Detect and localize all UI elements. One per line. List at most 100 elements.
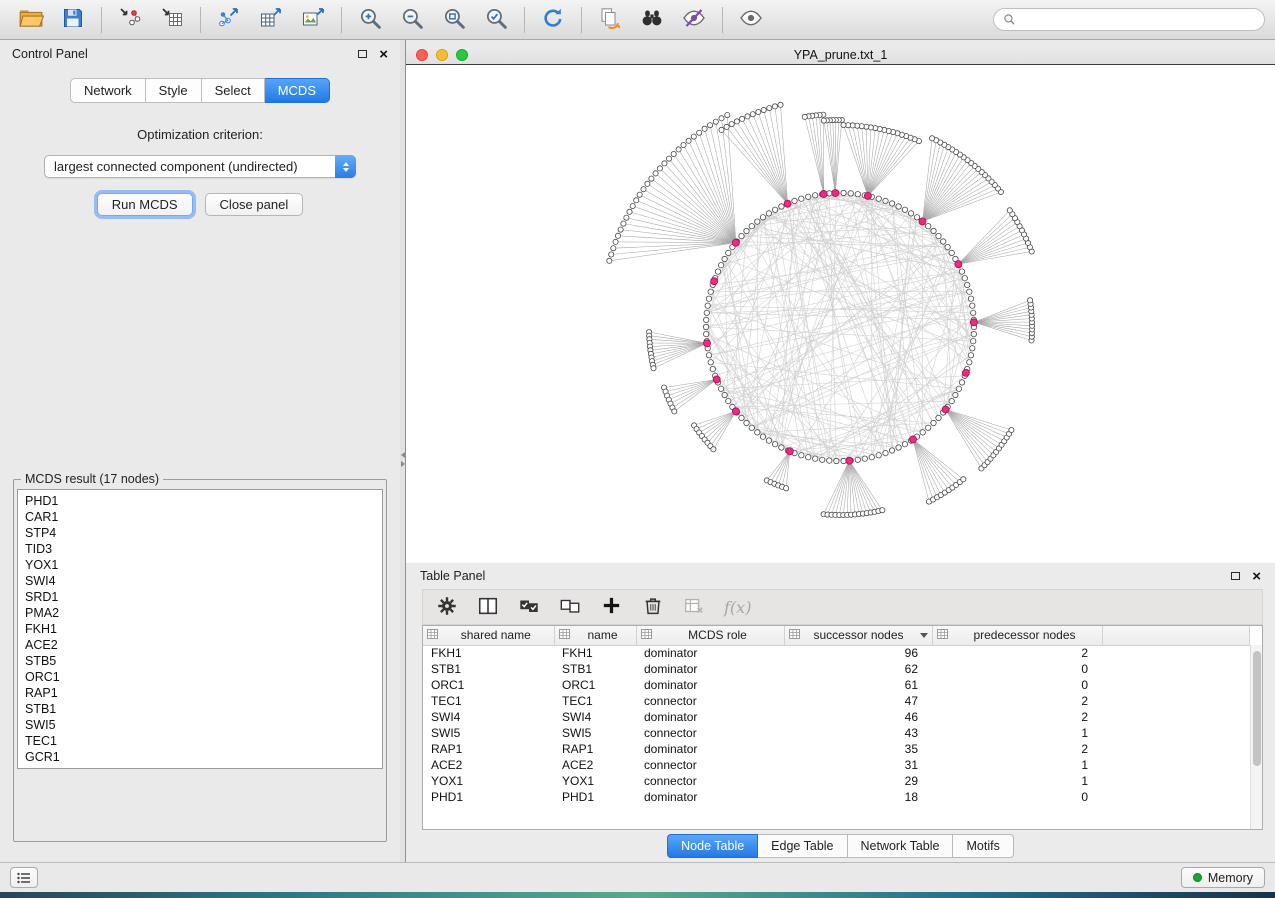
cell-shared-name: YOX1	[423, 773, 554, 789]
mcds-result-item[interactable]: STP4	[18, 525, 382, 541]
table-header-row: shared name name MCDS role successor nod…	[423, 626, 1250, 645]
toggle-columns-button[interactable]	[477, 595, 499, 620]
zoom-selected-button[interactable]	[475, 3, 517, 37]
column-settings-button[interactable]	[436, 595, 458, 620]
mcds-result-item[interactable]: STB1	[18, 701, 382, 717]
mcds-result-title: MCDS result (17 nodes)	[21, 472, 163, 486]
column-header-mcds-role[interactable]: MCDS role	[636, 626, 784, 645]
panel-splitter[interactable]	[400, 40, 405, 862]
table-row[interactable]: TEC1TEC1connector472	[423, 693, 1250, 709]
column-header-successor-nodes[interactable]: successor nodes	[784, 626, 932, 645]
mcds-result-list[interactable]: PHD1CAR1STP4TID3YOX1SWI4SRD1PMA2FKH1ACE2…	[17, 489, 383, 769]
mcds-result-item[interactable]: YOX1	[18, 557, 382, 573]
float-panel-icon[interactable]	[358, 50, 367, 58]
tab-select[interactable]: Select	[202, 78, 265, 103]
mcds-result-item[interactable]: ORC1	[18, 669, 382, 685]
table-row[interactable]: FKH1FKH1dominator962	[423, 645, 1250, 661]
mcds-result-item[interactable]: ACE2	[18, 637, 382, 653]
criterion-dropdown[interactable]: largest connected component (undirected)	[44, 155, 356, 178]
search-field[interactable]	[993, 8, 1265, 31]
close-panel-button[interactable]: Close panel	[205, 193, 304, 216]
mcds-result-item[interactable]: PHD1	[18, 493, 382, 509]
export-table-button[interactable]	[250, 3, 292, 37]
mcds-result-item[interactable]: SWI5	[18, 717, 382, 733]
float-table-panel-icon[interactable]	[1231, 572, 1240, 580]
mcds-result-item[interactable]: STB5	[18, 653, 382, 669]
mcds-result-item[interactable]: FKH1	[18, 621, 382, 637]
optimization-criterion-label: Optimization criterion:	[137, 127, 263, 142]
hidden-columns-button	[683, 595, 705, 620]
tab-node-table[interactable]: Node Table	[667, 834, 758, 858]
import-network-button[interactable]	[109, 3, 151, 37]
toggle-columns-icon	[477, 595, 499, 620]
mcds-result-item[interactable]: TID3	[18, 541, 382, 557]
mcds-result-item[interactable]: CAR1	[18, 509, 382, 525]
network-window-titlebar[interactable]: YPA_prune.txt_1	[406, 45, 1275, 64]
table-row[interactable]: SWI5SWI5connector431	[423, 725, 1250, 741]
close-table-panel-icon[interactable]: ×	[1252, 569, 1261, 584]
mcds-result-item[interactable]: SRD1	[18, 589, 382, 605]
column-header-name[interactable]: name	[554, 626, 636, 645]
tab-edge-table[interactable]: Edge Table	[758, 834, 847, 858]
tab-network-table[interactable]: Network Table	[848, 834, 954, 858]
mcds-result-item[interactable]: PMA2	[18, 605, 382, 621]
mcds-result-item[interactable]: SWI4	[18, 573, 382, 589]
export-network-button[interactable]	[208, 3, 250, 37]
copy-document-button[interactable]	[589, 3, 631, 37]
window-minimize-icon[interactable]	[436, 49, 448, 61]
tab-network[interactable]: Network	[70, 78, 146, 103]
column-header-shared-name[interactable]: shared name	[423, 626, 554, 645]
cell-shared-name: FKH1	[423, 645, 554, 661]
mcds-result-item[interactable]: RAP1	[18, 685, 382, 701]
select-all-button[interactable]	[518, 595, 540, 620]
table-row[interactable]: ACE2ACE2connector311	[423, 757, 1250, 773]
hide-details-button[interactable]	[673, 3, 715, 37]
column-header-predecessor-nodes[interactable]: predecessor nodes	[932, 626, 1102, 645]
refresh-button[interactable]	[532, 3, 574, 37]
control-panel-titlebar: Control Panel ×	[0, 40, 400, 68]
import-network-icon	[118, 6, 142, 33]
export-image-button[interactable]	[292, 3, 334, 37]
mcds-result-item[interactable]: GCR1	[18, 749, 382, 765]
memory-button[interactable]: Memory	[1181, 867, 1265, 888]
task-history-button[interactable]	[10, 867, 38, 888]
zoom-fit-button[interactable]	[433, 3, 475, 37]
window-close-icon[interactable]	[416, 49, 428, 61]
zoom-in-button[interactable]	[349, 3, 391, 37]
open-file-button[interactable]	[10, 3, 52, 37]
table-row[interactable]: SWI4SWI4dominator462	[423, 709, 1250, 725]
zoom-in-icon	[358, 6, 383, 34]
function-builder-button: f(x)	[724, 598, 751, 617]
search-input[interactable]	[1022, 12, 1255, 28]
table-row[interactable]: STB1STB1dominator620	[423, 661, 1250, 677]
table-row[interactable]: ORC1ORC1dominator610	[423, 677, 1250, 693]
network-canvas[interactable]	[406, 64, 1275, 563]
table-scrollbar-thumb[interactable]	[1253, 651, 1261, 766]
table-row[interactable]: YOX1YOX1connector291	[423, 773, 1250, 789]
cell-shared-name: SWI4	[423, 709, 554, 725]
sort-chevron-icon[interactable]	[920, 633, 928, 638]
table-row[interactable]: PHD1PHD1dominator180	[423, 789, 1250, 805]
tab-mcds[interactable]: MCDS	[265, 78, 330, 103]
tab-style[interactable]: Style	[146, 78, 202, 103]
cell-successor-nodes: 29	[784, 773, 932, 789]
window-maximize-icon[interactable]	[456, 49, 468, 61]
splitter-handle-icon[interactable]	[400, 448, 406, 470]
add-row-button[interactable]	[600, 594, 623, 620]
cell-successor-nodes: 46	[784, 709, 932, 725]
close-panel-icon[interactable]: ×	[379, 47, 388, 62]
run-mcds-button[interactable]: Run MCDS	[97, 193, 193, 216]
table-row[interactable]: RAP1RAP1dominator352	[423, 741, 1250, 757]
import-table-button[interactable]	[151, 3, 193, 37]
network-graph[interactable]	[406, 65, 1275, 563]
zoom-out-button[interactable]	[391, 3, 433, 37]
delete-row-button[interactable]	[642, 595, 664, 620]
search-network-button[interactable]	[631, 3, 673, 37]
save-session-button[interactable]	[52, 3, 94, 37]
toolbar-separator	[200, 7, 201, 33]
show-details-button[interactable]	[730, 3, 772, 37]
deselect-all-button[interactable]	[559, 595, 581, 620]
tab-motifs[interactable]: Motifs	[953, 834, 1013, 858]
table-scrollbar[interactable]	[1250, 645, 1262, 829]
mcds-result-item[interactable]: TEC1	[18, 733, 382, 749]
